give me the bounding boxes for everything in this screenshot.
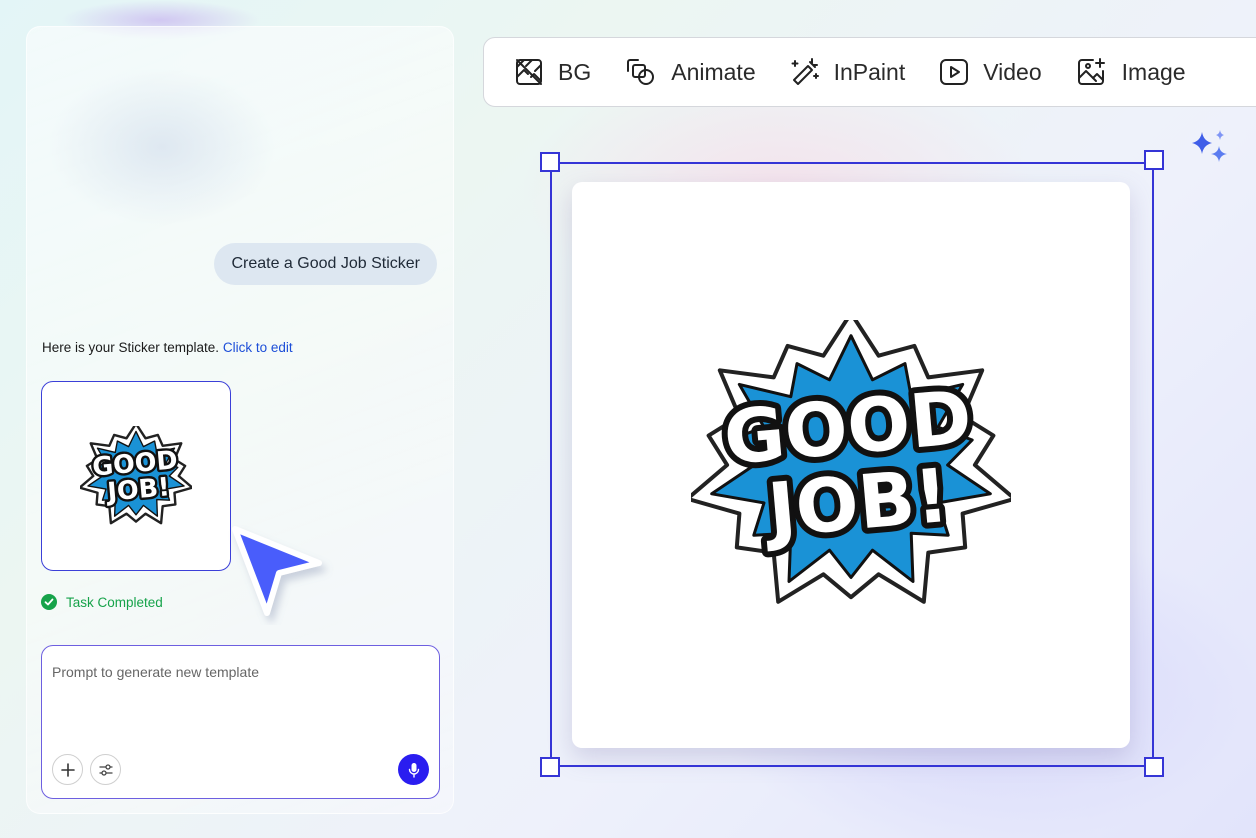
sticker-template-thumbnail[interactable]: GOOD JOB! xyxy=(41,381,231,571)
sliders-icon xyxy=(98,763,113,776)
bg-tool-button[interactable]: BG xyxy=(514,57,591,87)
magic-wand-icon xyxy=(791,58,819,85)
image-tool-label: Image xyxy=(1121,58,1186,85)
bg-tool-label: BG xyxy=(558,58,592,85)
selection-frame[interactable] xyxy=(550,162,1154,767)
inpaint-tool-label: InPaint xyxy=(833,58,906,85)
resize-handle-top-left[interactable] xyxy=(540,152,560,172)
sticker-text-job: JOB! xyxy=(104,472,171,507)
check-circle-icon xyxy=(41,594,57,610)
task-status: Task Completed xyxy=(41,594,163,610)
good-job-sticker-thumbnail: GOOD JOB! xyxy=(80,426,192,525)
animate-tool-label: Animate xyxy=(671,58,756,85)
add-button[interactable] xyxy=(52,754,83,785)
video-tool-label: Video xyxy=(983,58,1042,85)
image-tool-button[interactable]: Image xyxy=(1076,57,1186,87)
microphone-icon xyxy=(408,762,419,778)
pointer-cursor-icon xyxy=(232,526,322,616)
remove-background-icon xyxy=(516,59,542,85)
sparkle-icon xyxy=(1192,130,1227,162)
task-status-text: Task Completed xyxy=(66,594,163,610)
editor-toolbar: BG Animate InPaint Video Image xyxy=(483,37,1256,107)
microphone-button[interactable] xyxy=(398,754,429,785)
user-message-bubble: Create a Good Job Sticker xyxy=(214,243,437,285)
animate-shapes-icon xyxy=(627,59,655,85)
animate-tool-button[interactable]: Animate xyxy=(625,57,756,87)
click-to-edit-link[interactable]: Click to edit xyxy=(223,340,293,355)
resize-handle-bottom-right[interactable] xyxy=(1144,757,1164,777)
add-image-icon xyxy=(1077,58,1105,85)
video-play-icon xyxy=(940,59,969,85)
assistant-message: Here is your Sticker template. Click to … xyxy=(42,340,293,355)
settings-button[interactable] xyxy=(90,754,121,785)
prompt-input[interactable] xyxy=(52,664,422,680)
video-tool-button[interactable]: Video xyxy=(939,57,1042,87)
prompt-box xyxy=(41,645,440,799)
inpaint-tool-button[interactable]: InPaint xyxy=(790,57,906,87)
chat-panel: Create a Good Job Sticker Here is your S… xyxy=(26,26,454,814)
assistant-message-text: Here is your Sticker template. xyxy=(42,340,220,355)
resize-handle-bottom-left[interactable] xyxy=(540,757,560,777)
decorative-blur xyxy=(47,67,277,227)
plus-icon xyxy=(60,762,75,777)
resize-handle-top-right[interactable] xyxy=(1144,150,1164,170)
